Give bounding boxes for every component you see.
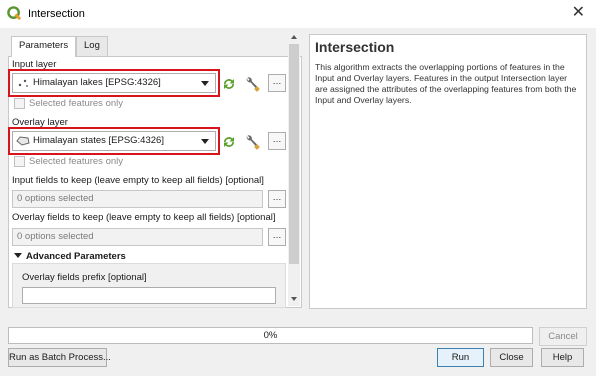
input-layer-combo[interactable]: Himalayan lakes [EPSG:4326] <box>12 73 216 93</box>
wrench-icon[interactable] <box>243 75 261 93</box>
scroll-up-icon[interactable] <box>291 35 297 39</box>
overlay-fields-select[interactable]: 0 options selected <box>12 228 263 246</box>
input-fields-browse-button[interactable]: … <box>268 190 286 208</box>
tab-parameters[interactable]: Parameters <box>11 36 77 57</box>
overlay-selected-only-label: Selected features only <box>29 156 124 167</box>
overlay-layer-value: Himalayan states [EPSG:4326] <box>33 135 164 146</box>
input-fields-select[interactable]: 0 options selected <box>12 190 263 208</box>
wrench-icon[interactable] <box>243 133 261 151</box>
cancel-button[interactable]: Cancel <box>539 327 587 346</box>
iterate-icon[interactable] <box>221 134 237 150</box>
window-title: Intersection <box>28 8 85 20</box>
scroll-down-icon[interactable] <box>291 297 297 301</box>
overlay-fields-label: Overlay fields to keep (leave empty to k… <box>12 212 276 223</box>
close-window-button[interactable]: ✕ <box>572 4 585 22</box>
tab-log[interactable]: Log <box>76 36 108 56</box>
input-layer-value: Himalayan lakes [EPSG:4326] <box>33 77 161 88</box>
point-layer-icon <box>18 79 28 87</box>
expand-arrow-icon[interactable] <box>14 253 22 258</box>
prefix-label: Overlay fields prefix [optional] <box>22 272 147 283</box>
qgis-logo-icon <box>7 6 22 21</box>
overlay-layer-combo[interactable]: Himalayan states [EPSG:4326] <box>12 131 216 151</box>
batch-process-button[interactable]: Run as Batch Process... <box>8 348 111 367</box>
overlay-selected-only-checkbox[interactable] <box>14 156 25 167</box>
help-title: Intersection <box>315 39 395 55</box>
polygon-layer-icon <box>16 136 30 146</box>
help-button[interactable]: Help <box>541 348 584 367</box>
help-description: This algorithm extracts the overlapping … <box>315 62 577 105</box>
prefix-input[interactable] <box>22 287 276 304</box>
parameters-scrollbar[interactable] <box>288 30 300 306</box>
chevron-down-icon <box>201 139 209 144</box>
scrollbar-thumb[interactable] <box>289 44 299 264</box>
iterate-icon[interactable] <box>221 76 237 92</box>
overlay-fields-browse-button[interactable]: … <box>268 228 286 246</box>
close-button[interactable]: Close <box>490 348 533 367</box>
input-selected-only-checkbox[interactable] <box>14 98 25 109</box>
input-fields-label: Input fields to keep (leave empty to kee… <box>12 175 264 186</box>
overlay-layer-browse-button[interactable]: … <box>268 132 286 150</box>
input-layer-browse-button[interactable]: … <box>268 74 286 92</box>
title-bar: Intersection ✕ <box>0 0 596 28</box>
progress-text: 0% <box>263 330 278 341</box>
progress-bar: 0% <box>8 327 533 344</box>
help-panel: Intersection This algorithm extracts the… <box>309 34 587 309</box>
advanced-parameters-toggle[interactable]: Advanced Parameters <box>26 251 126 262</box>
run-button[interactable]: Run <box>437 348 484 367</box>
chevron-down-icon <box>201 81 209 86</box>
input-selected-only-label: Selected features only <box>29 98 124 109</box>
